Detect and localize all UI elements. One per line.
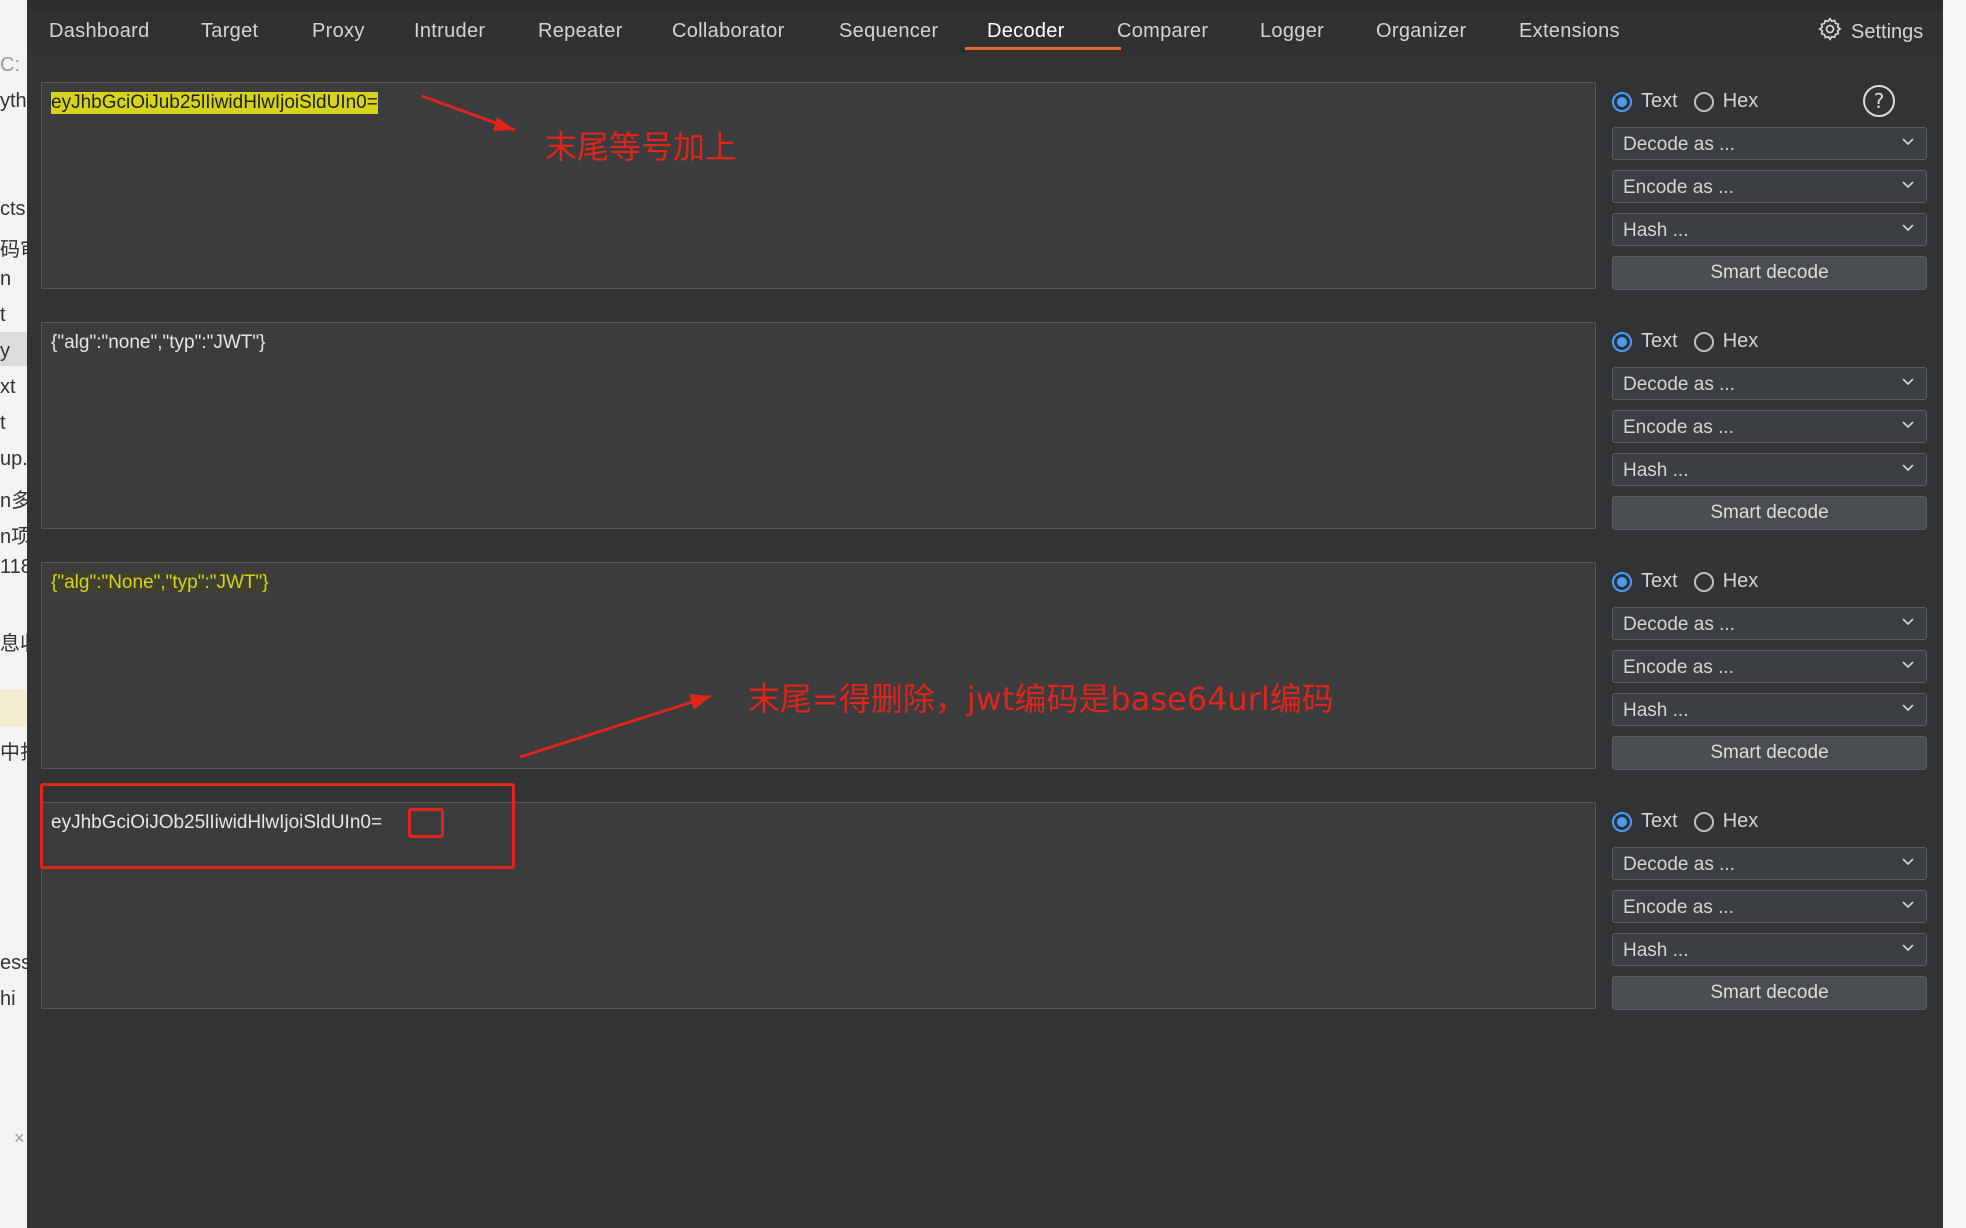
background-highlight-row	[0, 690, 27, 726]
bg-text: 码审	[0, 239, 27, 261]
close-icon[interactable]: ×	[14, 1128, 25, 1149]
bg-text: y	[0, 340, 10, 362]
annotation-arrow-2	[519, 694, 712, 759]
bg-text: 中打	[0, 742, 27, 764]
right-window-edge	[1943, 0, 1966, 1228]
bg-text: n	[0, 268, 12, 290]
background-window-strip: C: ythe cts 码审 n t y xt t up. n多 n项 118 …	[0, 0, 27, 1228]
bg-text: 息收	[0, 633, 27, 655]
annotation-arrow-1	[421, 94, 516, 132]
annotation-note-1: 末尾等号加上	[545, 128, 738, 166]
bg-text: xt	[0, 376, 16, 398]
bg-text: ythe	[0, 90, 27, 112]
annotation-equals-box	[408, 808, 444, 838]
bg-text: n多	[0, 490, 27, 512]
bg-text: cts	[0, 198, 26, 220]
bg-text: t	[0, 304, 6, 326]
annotation-note-2: 末尾=得删除，jwt编码是base64url编码	[748, 680, 1334, 718]
bg-text: up.	[0, 448, 27, 470]
bg-text: ess	[0, 952, 27, 974]
annotation-arrows	[421, 94, 712, 759]
bg-text: n项	[0, 526, 27, 548]
bg-text: 118	[0, 556, 27, 578]
bg-text: hi	[0, 988, 16, 1010]
bg-text: t	[0, 412, 6, 434]
burp-window: Dashboard Target Proxy Intruder Repeater…	[27, 0, 1943, 1228]
bg-text: C:	[0, 54, 20, 76]
